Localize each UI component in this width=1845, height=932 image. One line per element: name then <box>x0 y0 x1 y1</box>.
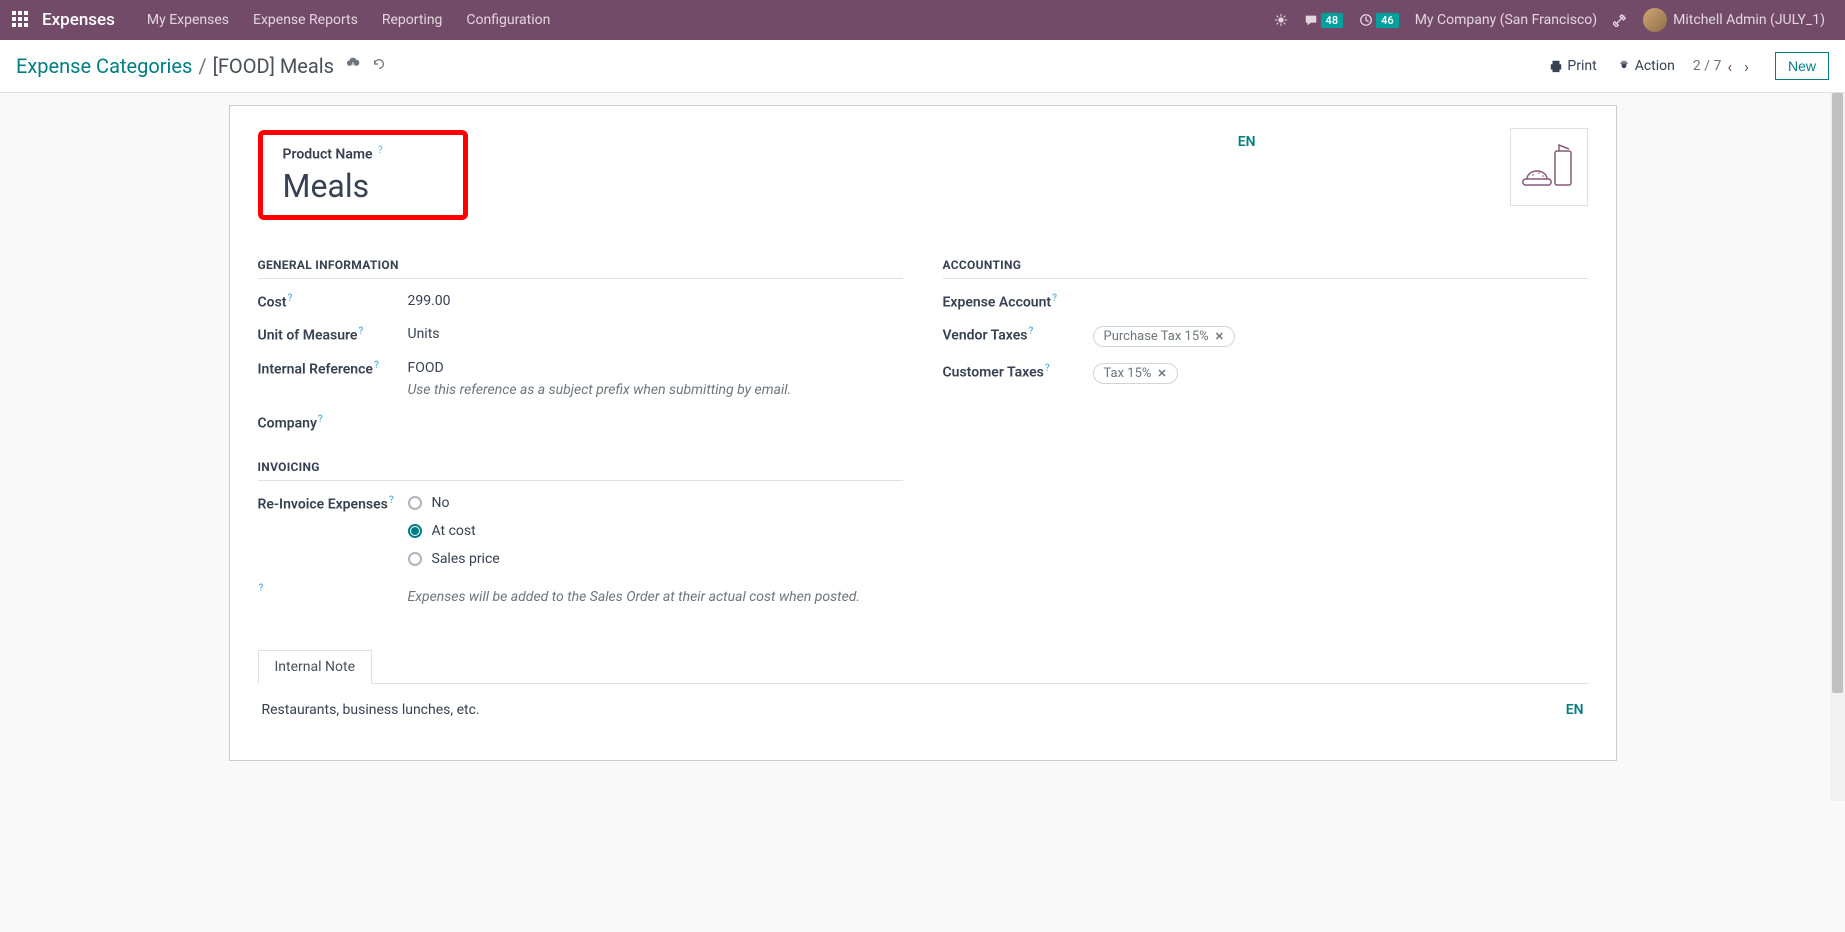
help-icon[interactable]: ? <box>1052 293 1057 304</box>
messaging-icon[interactable]: 48 <box>1296 13 1352 28</box>
reinvoice-radio-group: No At cost Sales price <box>408 495 903 567</box>
reinvoice-hint: Expenses will be added to the Sales Orde… <box>408 589 903 605</box>
expense-account-label: Expense Account <box>943 294 1052 310</box>
vendor-taxes-field[interactable]: Purchase Tax 15%✕ <box>1093 326 1588 347</box>
pager-prev-icon[interactable]: ‹ <box>1721 57 1738 76</box>
avatar <box>1643 8 1667 32</box>
uom-label: Unit of Measure <box>258 328 358 344</box>
breadcrumb-root[interactable]: Expense Categories <box>16 54 192 78</box>
cost-label: Cost <box>258 294 287 310</box>
pager-next-icon[interactable]: › <box>1738 57 1755 76</box>
notebook-tabs: Internal Note <box>258 649 1588 684</box>
activities-icon[interactable]: 46 <box>1351 13 1407 28</box>
breadcrumb-sep: / <box>198 54 206 78</box>
nav-expense-reports[interactable]: Expense Reports <box>241 12 370 28</box>
remove-tag-icon[interactable]: ✕ <box>1215 330 1224 343</box>
discard-icon[interactable] <box>372 57 386 75</box>
help-icon[interactable]: ? <box>287 293 292 304</box>
user-name: Mitchell Admin (JULY_1) <box>1673 12 1825 28</box>
reinvoice-label: Re-Invoice Expenses <box>258 496 388 512</box>
internal-ref-label: Internal Reference <box>258 362 373 378</box>
tools-icon[interactable] <box>1605 13 1635 27</box>
vendor-tax-tag: Purchase Tax 15%✕ <box>1093 326 1235 347</box>
control-bar: Expense Categories / [FOOD] Meals Print … <box>0 40 1845 93</box>
product-image[interactable] <box>1510 128 1588 206</box>
help-icon[interactable]: ? <box>389 495 394 506</box>
help-icon[interactable]: ? <box>1028 326 1033 337</box>
customer-taxes-field[interactable]: Tax 15%✕ <box>1093 363 1588 384</box>
form-sheet: Product Name ? Meals EN GENERAL INFORMAT… <box>229 105 1617 761</box>
company-selector[interactable]: My Company (San Francisco) <box>1407 12 1605 28</box>
help-icon[interactable]: ? <box>374 360 379 371</box>
user-menu[interactable]: Mitchell Admin (JULY_1) <box>1635 8 1833 32</box>
radio-sales-price[interactable]: Sales price <box>408 551 903 567</box>
top-navbar: Expenses My Expenses Expense Reports Rep… <box>0 0 1845 40</box>
note-language-toggle[interactable]: EN <box>1566 702 1584 718</box>
tab-internal-note[interactable]: Internal Note <box>258 650 373 684</box>
internal-ref-value[interactable]: FOOD <box>408 360 903 376</box>
pager: 2 / 7 ‹ › <box>1685 57 1763 76</box>
nav-configuration[interactable]: Configuration <box>454 12 562 28</box>
internal-note-text[interactable]: Restaurants, business lunches, etc. <box>262 702 1566 718</box>
radio-no[interactable]: No <box>408 495 903 511</box>
action-button[interactable]: Action <box>1607 58 1685 74</box>
language-toggle[interactable]: EN <box>1238 134 1256 150</box>
apps-icon[interactable] <box>12 11 30 29</box>
nav-reporting[interactable]: Reporting <box>370 12 455 28</box>
internal-ref-hint: Use this reference as a subject prefix w… <box>408 382 903 398</box>
new-button[interactable]: New <box>1775 52 1829 80</box>
help-icon[interactable]: ? <box>358 326 363 337</box>
product-name-label: Product Name <box>283 147 373 163</box>
pager-value[interactable]: 2 / 7 <box>1693 58 1721 74</box>
print-button[interactable]: Print <box>1539 58 1606 74</box>
section-accounting: ACCOUNTING <box>943 258 1588 279</box>
scrollbar-thumb[interactable] <box>1832 93 1843 693</box>
breadcrumb: Expense Categories / [FOOD] Meals <box>16 54 334 78</box>
uom-value[interactable]: Units <box>408 326 903 342</box>
tab-content: Restaurants, business lunches, etc. EN <box>258 684 1588 736</box>
section-invoicing: INVOICING <box>258 460 903 481</box>
cost-value[interactable]: 299.00 <box>408 293 903 309</box>
help-icon[interactable]: ? <box>1045 363 1050 374</box>
scrollbar-track[interactable] <box>1830 93 1845 801</box>
right-column: ACCOUNTING Expense Account? Vendor Taxes… <box>943 250 1588 621</box>
customer-tax-tag: Tax 15%✕ <box>1093 363 1178 384</box>
product-name-value[interactable]: Meals <box>283 167 383 205</box>
breadcrumb-current: [FOOD] Meals <box>213 54 334 78</box>
customer-taxes-label: Customer Taxes <box>943 365 1044 381</box>
remove-tag-icon[interactable]: ✕ <box>1157 367 1166 380</box>
help-icon[interactable]: ? <box>259 583 264 594</box>
company-label: Company <box>258 416 317 432</box>
cloud-save-icon[interactable] <box>346 57 360 75</box>
section-general: GENERAL INFORMATION <box>258 258 903 279</box>
radio-at-cost[interactable]: At cost <box>408 523 903 539</box>
nav-my-expenses[interactable]: My Expenses <box>135 12 241 28</box>
help-icon[interactable]: ? <box>318 414 323 425</box>
help-icon[interactable]: ? <box>378 145 383 156</box>
activities-badge: 46 <box>1376 13 1399 28</box>
messaging-badge: 48 <box>1321 13 1344 28</box>
left-column: GENERAL INFORMATION Cost? 299.00 Unit of… <box>258 250 903 621</box>
product-name-block[interactable]: Product Name ? Meals <box>258 130 468 220</box>
vendor-taxes-label: Vendor Taxes <box>943 328 1028 344</box>
debug-icon[interactable] <box>1266 13 1296 27</box>
app-title[interactable]: Expenses <box>42 10 115 30</box>
